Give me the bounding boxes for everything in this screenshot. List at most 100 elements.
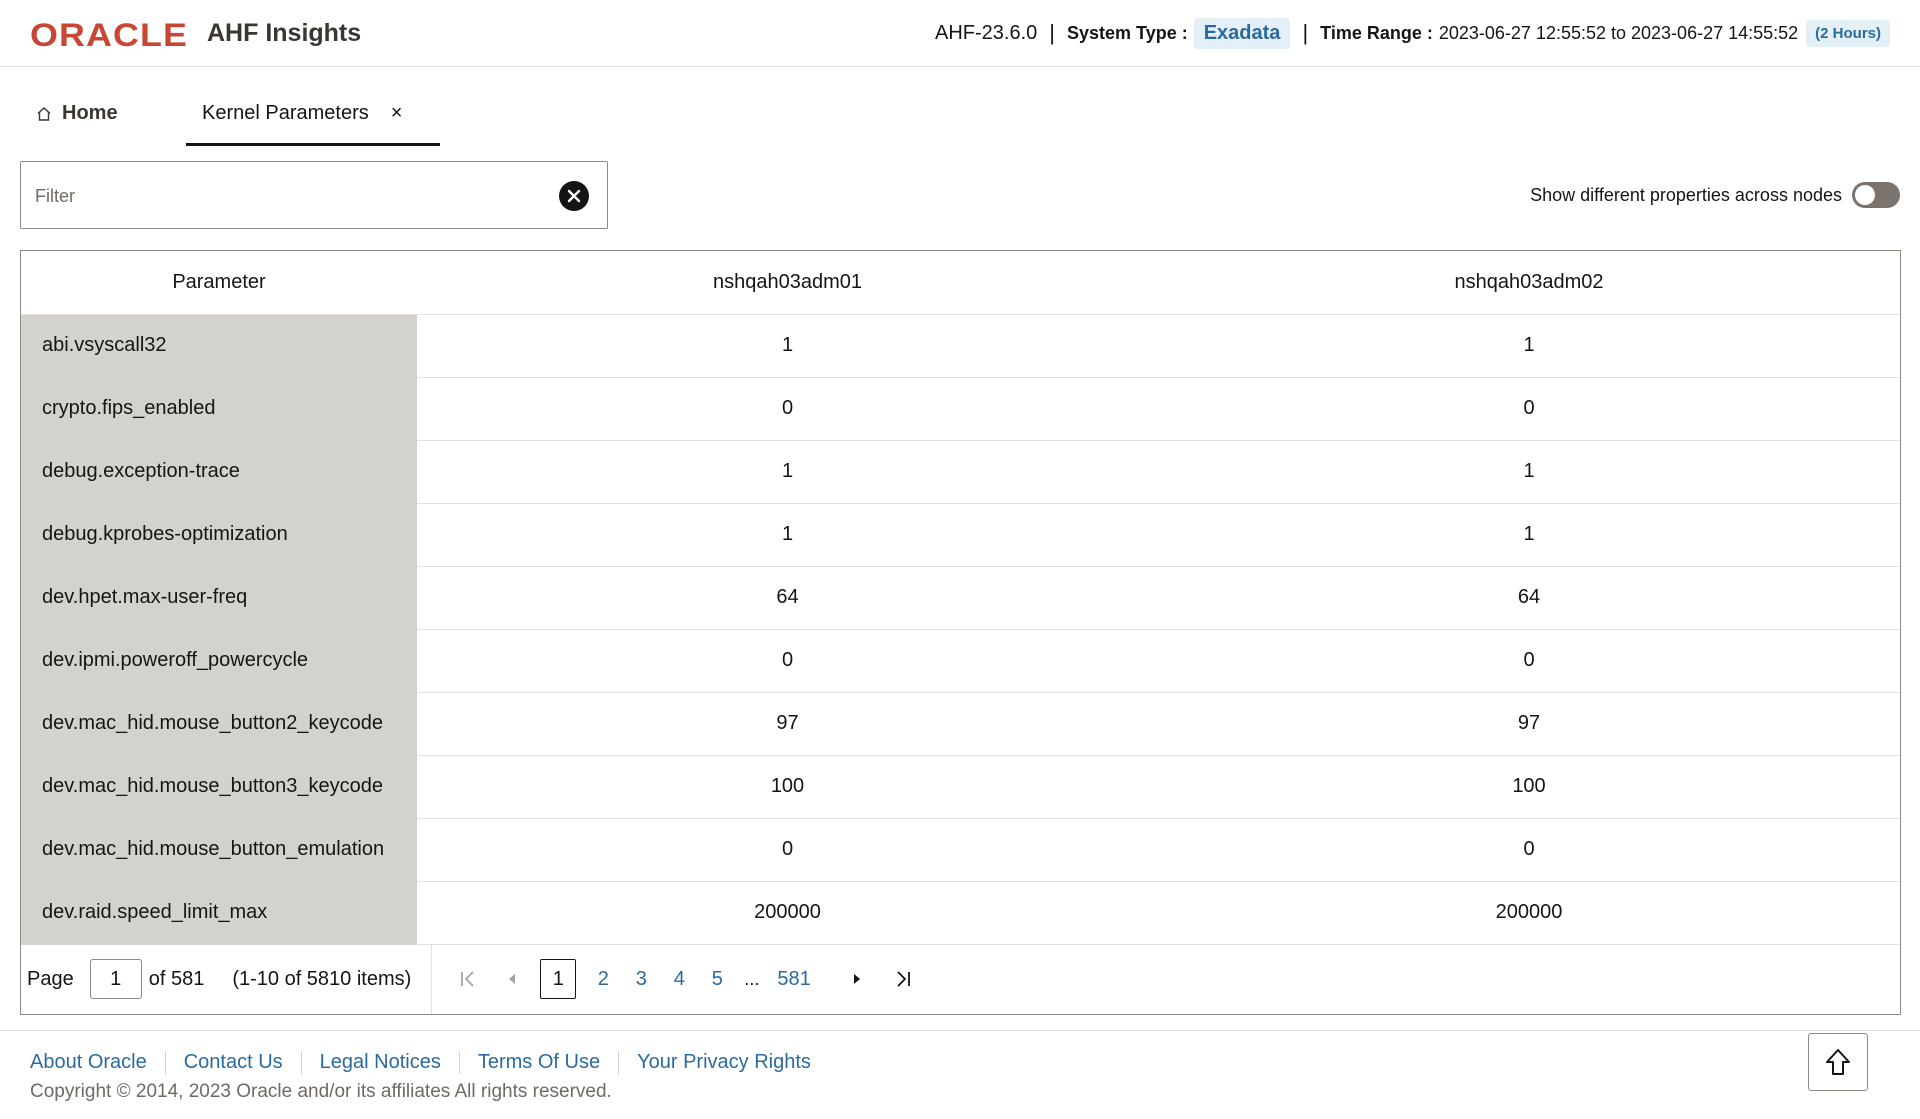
time-range-value: 2023-06-27 12:55:52 to 2023-06-27 14:55:…	[1438, 22, 1799, 43]
page-button-last[interactable]: 581	[777, 968, 810, 991]
value-cell: 1	[1158, 314, 1900, 378]
value-cell: 64	[417, 566, 1158, 630]
value-cell: 1	[417, 314, 1158, 378]
value-cell: 200000	[1158, 881, 1900, 945]
header-info: AHF-23.6.0 | System Type : Exadata | Tim…	[935, 16, 1890, 50]
home-icon	[37, 107, 51, 121]
pagination: Page of 581 (1-10 of 5810 items) 1 2 3 4…	[21, 944, 1900, 1014]
system-type-badge: Exadata	[1193, 17, 1291, 49]
header-separator: |	[1049, 20, 1055, 45]
copyright-text: Copyright © 2014, 2023 Oracle and/or its…	[30, 1081, 612, 1102]
tab-home-label: Home	[62, 102, 118, 124]
footer-link-contact-us[interactable]: Contact Us	[164, 1051, 301, 1074]
page-count: of 581	[148, 967, 205, 990]
page-button[interactable]: 2	[594, 968, 612, 991]
value-cell: 0	[1158, 377, 1900, 441]
table-row: dev.mac_hid.mouse_button_emulation 0 0	[21, 818, 1900, 882]
footer-link-about-oracle[interactable]: About Oracle	[30, 1051, 165, 1074]
filter-box	[20, 161, 608, 229]
oracle-logo-text: ORACLE	[30, 16, 189, 53]
last-page-icon[interactable]	[893, 969, 913, 989]
parameter-cell: debug.kprobes-optimization	[21, 503, 417, 567]
kernel-parameters-table: Parameter nshqah03adm01 nshqah03adm02 ab…	[20, 250, 1901, 1015]
tab-kernel-parameters-label: Kernel Parameters	[202, 102, 369, 124]
ahf-version: AHF-23.6.0	[935, 21, 1038, 44]
arrow-up-icon	[1826, 1049, 1850, 1075]
previous-page-icon[interactable]	[502, 969, 522, 989]
value-cell: 97	[417, 692, 1158, 756]
page-footer: About Oracle Contact Us Legal Notices Te…	[0, 1030, 1920, 1119]
value-cell: 100	[1158, 755, 1900, 819]
table-row: dev.raid.speed_limit_max 200000 200000	[21, 881, 1900, 945]
parameter-cell: dev.ipmi.poweroff_powercycle	[21, 629, 417, 693]
close-icon[interactable]: ×	[391, 102, 403, 125]
footer-link-privacy-rights[interactable]: Your Privacy Rights	[618, 1051, 829, 1074]
value-cell: 0	[417, 818, 1158, 882]
footer-link-legal-notices[interactable]: Legal Notices	[300, 1051, 459, 1074]
value-cell: 1	[417, 440, 1158, 504]
time-range-label: Time Range :	[1320, 22, 1433, 43]
tab-home[interactable]: Home	[30, 90, 186, 146]
next-page-icon[interactable]	[847, 969, 867, 989]
table-row: debug.exception-trace 1 1	[21, 440, 1900, 504]
value-cell: 97	[1158, 692, 1900, 756]
column-header-node-2[interactable]: nshqah03adm02	[1158, 251, 1900, 315]
column-header-node-1[interactable]: nshqah03adm01	[417, 251, 1158, 315]
page-number-input[interactable]	[89, 959, 142, 999]
item-range: (1-10 of 5810 items)	[232, 967, 412, 990]
value-cell: 1	[1158, 503, 1900, 567]
table-row: dev.mac_hid.mouse_button3_keycode 100 10…	[21, 755, 1900, 819]
first-page-icon[interactable]	[458, 969, 478, 989]
system-type-label: System Type :	[1067, 22, 1188, 43]
parameter-cell: dev.mac_hid.mouse_button3_keycode	[21, 755, 417, 819]
parameter-cell: dev.mac_hid.mouse_button2_keycode	[21, 692, 417, 756]
value-cell: 1	[1158, 440, 1900, 504]
page-button-current[interactable]: 1	[540, 959, 577, 999]
value-cell: 1	[417, 503, 1158, 567]
page-button[interactable]: 3	[632, 968, 650, 991]
value-cell: 64	[1158, 566, 1900, 630]
table-row: dev.hpet.max-user-freq 64 64	[21, 566, 1900, 630]
page-button[interactable]: 4	[670, 968, 688, 991]
time-range-duration-badge: (2 Hours)	[1806, 19, 1890, 47]
page-label: Page	[27, 967, 74, 990]
page-ellipsis: ...	[744, 968, 760, 989]
different-properties-toggle-group: Show different properties across nodes	[1530, 182, 1900, 208]
header-separator: |	[1302, 20, 1309, 45]
value-cell: 0	[1158, 818, 1900, 882]
table-row: dev.ipmi.poweroff_powercycle 0 0	[21, 629, 1900, 693]
filter-input[interactable]	[35, 182, 535, 210]
scroll-to-top-button[interactable]	[1808, 1033, 1868, 1091]
toggle-label: Show different properties across nodes	[1530, 184, 1842, 205]
parameter-cell: dev.hpet.max-user-freq	[21, 566, 417, 630]
app-title: AHF Insights	[207, 19, 362, 47]
app-header: ORACLE AHF Insights AHF-23.6.0 | System …	[0, 0, 1920, 67]
value-cell: 100	[417, 755, 1158, 819]
value-cell: 0	[417, 377, 1158, 441]
footer-links: About Oracle Contact Us Legal Notices Te…	[30, 1051, 829, 1074]
clear-icon[interactable]	[559, 181, 589, 211]
pagination-divider	[431, 944, 433, 1014]
clear-x-icon	[567, 189, 581, 203]
table-row: crypto.fips_enabled 0 0	[21, 377, 1900, 441]
different-properties-toggle[interactable]	[1852, 182, 1900, 208]
parameter-cell: crypto.fips_enabled	[21, 377, 417, 441]
tab-kernel-parameters[interactable]: Kernel Parameters ×	[186, 90, 440, 146]
page-navigation: 1 2 3 4 5 ... 581	[458, 959, 912, 999]
parameter-cell: debug.exception-trace	[21, 440, 417, 504]
table-header-row: Parameter nshqah03adm01 nshqah03adm02	[21, 251, 1900, 315]
parameter-cell: dev.raid.speed_limit_max	[21, 881, 417, 945]
table-row: abi.vsyscall32 1 1	[21, 314, 1900, 378]
table-row: debug.kprobes-optimization 1 1	[21, 503, 1900, 567]
tab-bar: Home Kernel Parameters ×	[30, 90, 440, 146]
column-header-parameter[interactable]: Parameter	[21, 251, 417, 315]
value-cell: 0	[417, 629, 1158, 693]
table-row: dev.mac_hid.mouse_button2_keycode 97 97	[21, 692, 1900, 756]
page-button[interactable]: 5	[708, 968, 726, 991]
value-cell: 200000	[417, 881, 1158, 945]
parameter-cell: abi.vsyscall32	[21, 314, 417, 378]
footer-link-terms-of-use[interactable]: Terms Of Use	[458, 1051, 618, 1074]
oracle-logo: ORACLE	[30, 17, 187, 53]
toggle-knob	[1855, 185, 1875, 205]
parameter-cell: dev.mac_hid.mouse_button_emulation	[21, 818, 417, 882]
